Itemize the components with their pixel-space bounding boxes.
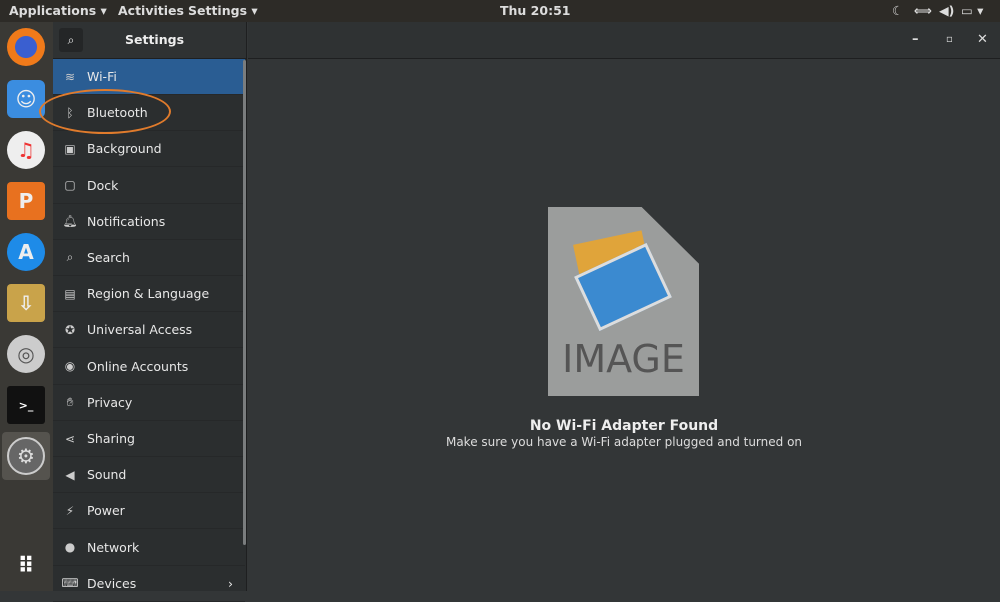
bluetooth-highlight-annotation bbox=[39, 89, 171, 134]
background-icon: ▣ bbox=[64, 141, 76, 156]
image-placeholder: IMAGE bbox=[548, 207, 699, 396]
sidebar-item-label: Notifications bbox=[87, 213, 166, 229]
share-icon: ⋖ bbox=[64, 431, 76, 446]
sidebar-item-label: Search bbox=[87, 250, 130, 265]
devices-icon: ⌨ bbox=[61, 576, 79, 591]
sidebar-item-network[interactable]: ● Network bbox=[53, 530, 245, 566]
sidebar-item-label: Online Accounts bbox=[87, 358, 189, 374]
sidebar-item-online-accounts[interactable]: ◉ Online Accounts bbox=[53, 349, 245, 385]
night-light-icon[interactable]: ☾ bbox=[892, 3, 903, 18]
help-icon[interactable]: ◎ bbox=[7, 335, 45, 373]
close-button[interactable]: ✕ bbox=[977, 32, 988, 47]
wifi-icon: ≋ bbox=[64, 69, 76, 84]
sidebar-item-search[interactable]: ⌕ Search bbox=[53, 240, 245, 276]
terminal-icon[interactable]: >_ bbox=[7, 386, 45, 424]
dock-icon: ▢ bbox=[64, 178, 76, 193]
sidebar-item-notifications[interactable]: 🔔︎ Notifications bbox=[53, 204, 245, 240]
sidebar-item-power[interactable]: ⚡︎ Power bbox=[53, 493, 245, 530]
firefox-icon[interactable] bbox=[7, 28, 45, 66]
sidebar-title: Settings bbox=[125, 32, 185, 47]
sidebar-item-label: Dock bbox=[87, 177, 119, 193]
maximize-button[interactable]: ▫ bbox=[946, 34, 953, 45]
bell-icon: 🔔︎ bbox=[62, 214, 78, 229]
minimize-button[interactable]: – bbox=[912, 32, 919, 47]
sidebar-item-label: Wi-Fi bbox=[87, 69, 117, 84]
accounts-icon: ◉ bbox=[64, 359, 76, 374]
sidebar-item-label: Sharing bbox=[87, 431, 135, 446]
show-applications-icon[interactable]: ⠿ bbox=[7, 547, 45, 585]
presentation-icon[interactable]: P bbox=[7, 182, 45, 220]
chevron-right-icon: › bbox=[228, 575, 233, 591]
empty-state-title: No Wi-Fi Adapter Found bbox=[529, 418, 719, 434]
network-icon: ● bbox=[64, 540, 76, 555]
main-header: – ▫ ✕ bbox=[248, 22, 1000, 59]
sidebar-item-label: Network bbox=[87, 539, 140, 555]
top-bar: Applications ▾ Activities Settings ▾ Thu… bbox=[0, 0, 1000, 22]
clock[interactable]: Thu 20:51 bbox=[500, 3, 570, 18]
search-button[interactable]: ⌕ bbox=[59, 28, 83, 52]
sidebar-item-label: Sound bbox=[87, 467, 127, 483]
empty-state-subtitle: Make sure you have a Wi-Fi adapter plugg… bbox=[445, 435, 803, 449]
power-icon: ⚡︎ bbox=[65, 503, 75, 518]
sidebar-item-label: Power bbox=[87, 503, 125, 519]
region-icon: ▤ bbox=[64, 286, 76, 301]
sidebar-item-label: Universal Access bbox=[87, 322, 193, 338]
network-status-icon[interactable]: ⟺ bbox=[914, 3, 932, 18]
speaker-icon: ◀ bbox=[65, 467, 75, 482]
sidebar-item-label: Privacy bbox=[87, 394, 133, 410]
hand-icon: ✋︎ bbox=[66, 394, 74, 409]
sidebar-item-background[interactable]: ▣ Background bbox=[53, 131, 245, 168]
sidebar-item-devices[interactable]: ⌨ Devices › bbox=[53, 566, 245, 602]
sidebar-item-label: Devices bbox=[87, 575, 137, 591]
sidebar-item-dock[interactable]: ▢ Dock bbox=[53, 168, 245, 204]
sidebar-scrollbar[interactable] bbox=[243, 60, 246, 545]
image-label: IMAGE bbox=[562, 337, 685, 381]
volume-icon[interactable]: ◀) bbox=[939, 3, 954, 18]
sidebar-item-universal-access[interactable]: ✪ Universal Access bbox=[53, 312, 245, 349]
sidebar-item-sound[interactable]: ◀ Sound bbox=[53, 457, 245, 494]
battery-icon[interactable]: ▭ ▾ bbox=[961, 3, 983, 18]
app-store-icon[interactable]: A bbox=[7, 233, 45, 271]
installer-icon[interactable]: ⇩ bbox=[7, 284, 45, 322]
applications-menu[interactable]: Applications ▾ bbox=[9, 3, 107, 18]
sidebar-item-region-language[interactable]: ▤ Region & Language bbox=[53, 276, 245, 313]
sidebar-item-label: Background bbox=[87, 141, 162, 157]
settings-app-icon[interactable]: ⚙ bbox=[7, 437, 45, 475]
sidebar-item-label: Region & Language bbox=[87, 286, 210, 302]
accessibility-icon: ✪ bbox=[64, 322, 76, 337]
sidebar-item-privacy[interactable]: ✋︎ Privacy bbox=[53, 385, 245, 421]
sidebar-item-sharing[interactable]: ⋖ Sharing bbox=[53, 421, 245, 457]
activities-button[interactable]: Activities bbox=[118, 3, 184, 18]
music-icon[interactable]: ♫ bbox=[7, 131, 45, 169]
search-icon: ⌕ bbox=[66, 250, 74, 264]
app-menu[interactable]: Settings ▾ bbox=[188, 3, 258, 18]
